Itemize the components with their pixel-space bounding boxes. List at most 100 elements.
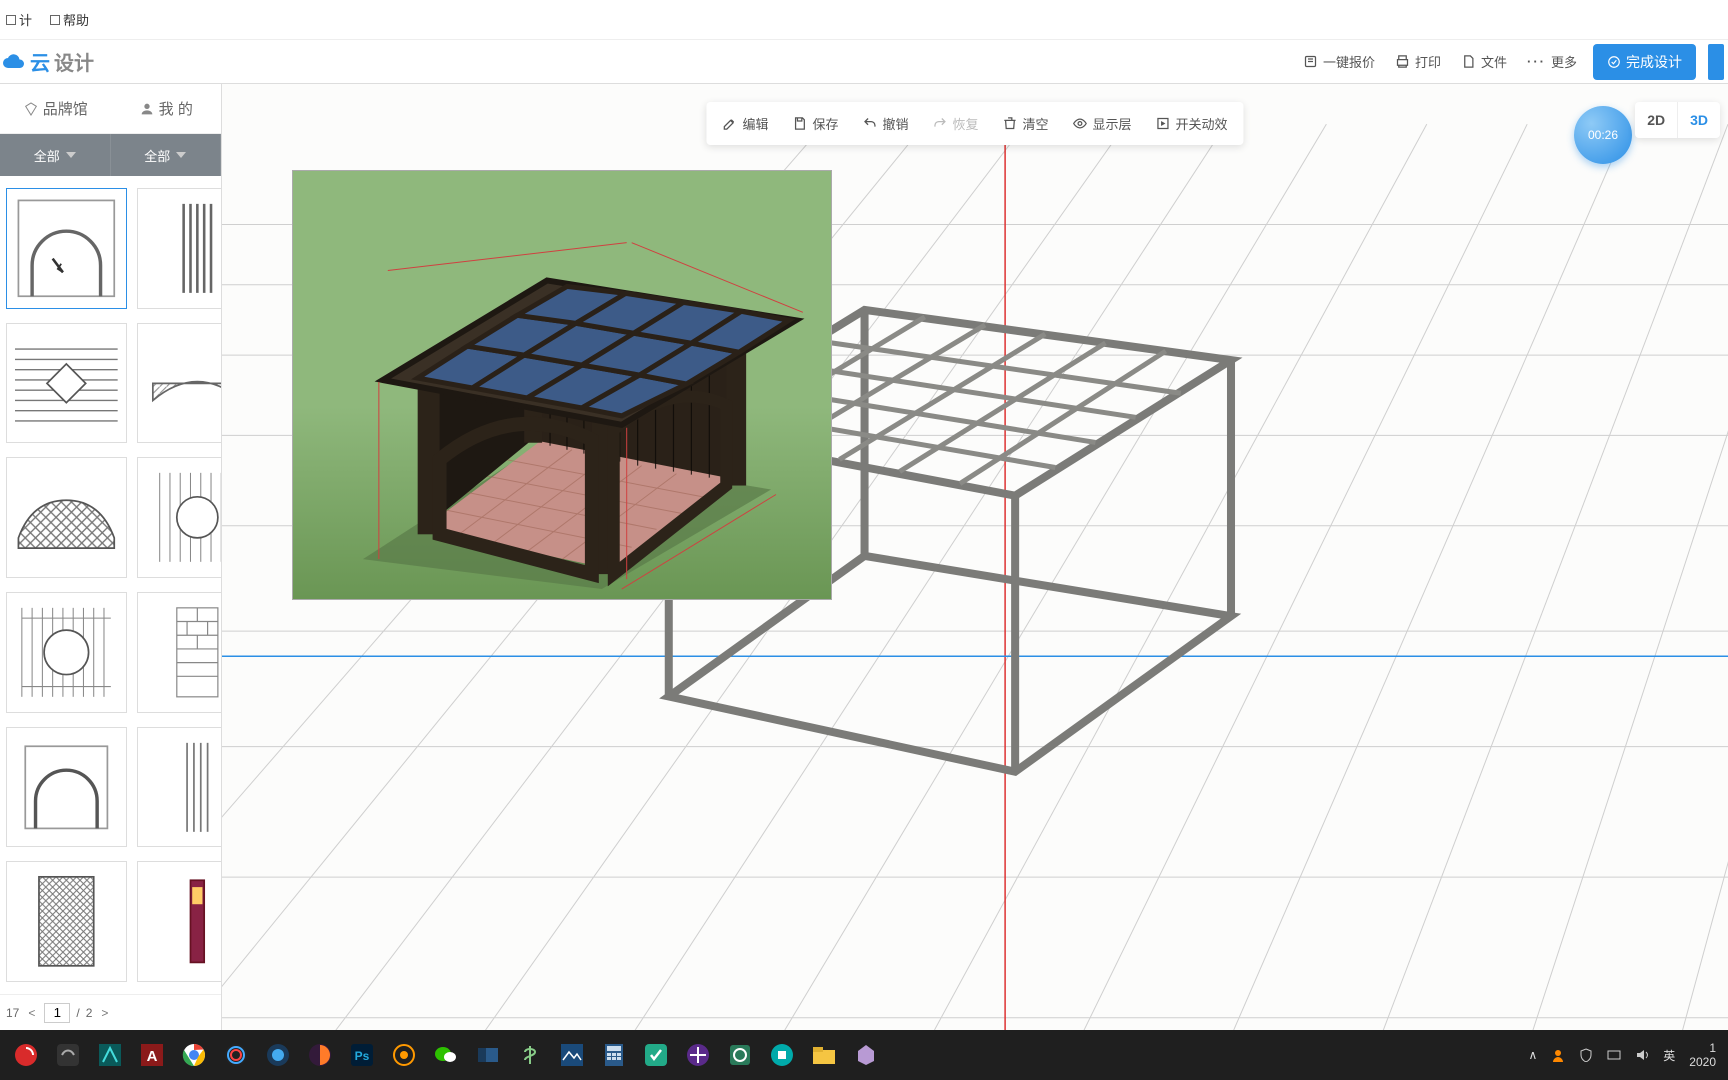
taskbar-firefox[interactable]	[300, 1035, 340, 1075]
thumb-arc-panel[interactable]	[137, 323, 221, 444]
page-current-input[interactable]	[44, 1003, 70, 1023]
thumb-brick-pattern[interactable]	[137, 592, 221, 713]
dots-icon: ···	[1527, 54, 1546, 69]
tray-ime[interactable]: 英	[1663, 1047, 1675, 1064]
taskbar-app-4[interactable]: A	[132, 1035, 172, 1075]
thumb-arch-2[interactable]	[6, 727, 127, 848]
layer-button[interactable]: 显示层	[1061, 102, 1144, 145]
logo-text-2: 设计	[54, 47, 94, 76]
chevron-down-icon	[66, 152, 76, 158]
cloud-logo-icon	[2, 50, 26, 74]
window-menubar: 计 帮助	[0, 0, 1728, 40]
session-timer: 00:26	[1574, 106, 1632, 164]
diamond-icon	[23, 101, 39, 117]
edit-icon	[722, 116, 737, 131]
edit-button[interactable]: 编辑	[710, 102, 780, 145]
more-button[interactable]: ··· 更多	[1523, 46, 1581, 77]
view-mode-toggle: 2D 3D	[1635, 102, 1720, 138]
quote-label: 一键报价	[1323, 52, 1375, 71]
print-label: 打印	[1415, 52, 1441, 71]
taskbar-chrome[interactable]	[174, 1035, 214, 1075]
taskbar-app-7[interactable]	[258, 1035, 298, 1075]
taskbar-explorer[interactable]	[804, 1035, 844, 1075]
taskbar-app-6[interactable]	[216, 1035, 256, 1075]
quote-button[interactable]: 一键报价	[1299, 46, 1379, 77]
filter-subcategory[interactable]: 全部	[111, 134, 222, 176]
thumb-dense-pattern[interactable]	[6, 861, 127, 982]
thumb-lattice-arch[interactable]	[6, 457, 127, 578]
view-2d-button[interactable]: 2D	[1635, 102, 1678, 138]
tab-brand[interactable]: 品牌馆	[0, 84, 111, 133]
app-header: 云 设计 一键报价 打印 文件 ··· 更多 完成设计	[0, 40, 1728, 84]
taskbar-app-3[interactable]	[90, 1035, 130, 1075]
save-icon	[792, 116, 807, 131]
thumb-lamp-post[interactable]	[137, 861, 221, 982]
page-next[interactable]: >	[98, 1006, 111, 1020]
taskbar-app-21[interactable]	[846, 1035, 886, 1075]
page-prev[interactable]: <	[25, 1006, 38, 1020]
taskbar-wechat[interactable]	[426, 1035, 466, 1075]
page-total-items: 17	[6, 1006, 19, 1020]
design-canvas[interactable]: 编辑 保存 撤销 恢复 清空 显示层 开关动效 00:26 2D 3D	[222, 84, 1728, 1030]
taskbar-app-18[interactable]	[720, 1035, 760, 1075]
file-icon	[1461, 54, 1476, 69]
thumb-circle-panel[interactable]	[137, 457, 221, 578]
undo-button[interactable]: 撤销	[850, 102, 920, 145]
menu-help-label: 帮助	[63, 10, 89, 29]
filter-2-label: 全部	[144, 146, 170, 165]
page-sep: /	[76, 1006, 79, 1020]
print-icon	[1395, 54, 1410, 69]
thumb-diamond-panel[interactable]	[6, 323, 127, 444]
left-sidebar: 品牌馆 我 的 全部 全部 17 < / 2 >	[0, 84, 222, 1030]
taskbar-app-17[interactable]	[678, 1035, 718, 1075]
taskbar-app-2[interactable]	[48, 1035, 88, 1075]
menu-design-label: 计	[19, 10, 32, 29]
file-button[interactable]: 文件	[1457, 46, 1511, 77]
quote-icon	[1303, 54, 1318, 69]
redo-button[interactable]: 恢复	[920, 102, 990, 145]
file-label: 文件	[1481, 52, 1507, 71]
tray-time: 1	[1709, 1041, 1716, 1055]
view-3d-button[interactable]: 3D	[1678, 102, 1720, 138]
tray-user-icon[interactable]	[1551, 1048, 1565, 1062]
print-button[interactable]: 打印	[1391, 46, 1445, 77]
finish-design-button[interactable]: 完成设计	[1593, 44, 1696, 80]
filter-1-label: 全部	[34, 146, 60, 165]
logo-text-1: 云	[30, 47, 50, 76]
tray-network-icon[interactable]	[1607, 1048, 1621, 1062]
collapsed-action[interactable]	[1708, 44, 1724, 80]
pagination: 17 < / 2 >	[0, 994, 221, 1030]
anim-toggle-button[interactable]: 开关动效	[1144, 102, 1240, 145]
thumbnail-grid	[0, 176, 221, 994]
thumb-slats[interactable]	[137, 188, 221, 309]
thumb-circle-panel-2[interactable]	[6, 592, 127, 713]
tray-shield-icon[interactable]	[1579, 1048, 1593, 1062]
taskbar-app-19[interactable]	[762, 1035, 802, 1075]
tray-chevron-icon[interactable]: ∧	[1528, 1048, 1537, 1062]
svg-text:Ps: Ps	[355, 1049, 370, 1063]
more-label: 更多	[1551, 52, 1577, 71]
clear-button[interactable]: 清空	[991, 102, 1061, 145]
taskbar-app-1[interactable]	[6, 1035, 46, 1075]
menu-design[interactable]: 计	[6, 10, 32, 29]
filter-category[interactable]: 全部	[0, 134, 111, 176]
clear-icon	[1003, 116, 1018, 131]
tray-clock[interactable]: 1 2020	[1689, 1041, 1716, 1070]
reference-image-overlay[interactable]	[292, 170, 832, 600]
save-button[interactable]: 保存	[780, 102, 850, 145]
taskbar-app-13[interactable]	[510, 1035, 550, 1075]
taskbar-app-16[interactable]	[636, 1035, 676, 1075]
finish-label: 完成设计	[1626, 52, 1682, 72]
taskbar-calculator[interactable]	[594, 1035, 634, 1075]
tray-volume-icon[interactable]	[1635, 1048, 1649, 1062]
tab-mine[interactable]: 我 的	[111, 84, 222, 133]
undo-icon	[862, 116, 877, 131]
taskbar-app-14[interactable]	[552, 1035, 592, 1075]
thumb-arch[interactable]	[6, 188, 127, 309]
taskbar-photoshop[interactable]: Ps	[342, 1035, 382, 1075]
taskbar-app-10[interactable]	[384, 1035, 424, 1075]
taskbar-app-12[interactable]	[468, 1035, 508, 1075]
menu-help[interactable]: 帮助	[50, 10, 89, 29]
box-icon	[6, 15, 16, 25]
thumb-slats-2[interactable]	[137, 727, 221, 848]
